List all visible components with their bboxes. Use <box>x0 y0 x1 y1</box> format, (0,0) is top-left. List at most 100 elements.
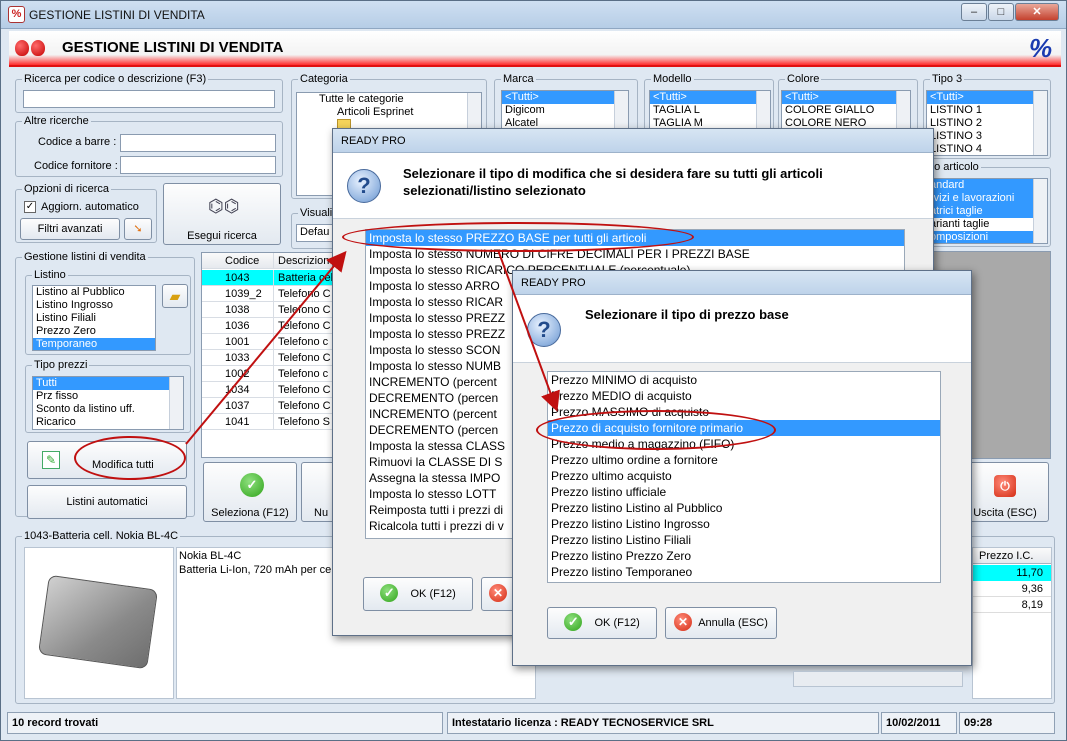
list-item[interactable]: Temporaneo <box>33 338 155 350</box>
barcode-input[interactable] <box>120 134 276 152</box>
supplier-code-input[interactable] <box>120 156 276 174</box>
type3-list[interactable]: <Tutti> LISTINO 1 LISTINO 2 LISTINO 3 LI… <box>926 90 1048 156</box>
list-item[interactable]: omposizioni <box>927 231 1047 243</box>
list-item[interactable]: LISTINO 1 <box>927 104 1047 117</box>
prices-table: Prezzo I.C. 11,70 9,36 8,19 <box>972 547 1052 699</box>
cancel-button[interactable]: ✕ <box>481 577 515 611</box>
list-item[interactable]: rvizi e lavorazioni <box>927 192 1047 205</box>
list-item[interactable]: Tutti <box>33 377 183 390</box>
table-row[interactable]: 1041 Telefono S <box>202 414 340 430</box>
auto-update-label: Aggiorn. automatico <box>41 201 139 213</box>
select-button[interactable]: ✓ Seleziona (F12) <box>203 462 297 522</box>
tree-item[interactable]: Articoli Esprinet <box>297 106 481 119</box>
list-item[interactable]: andard <box>927 179 1047 192</box>
cancel-button[interactable]: ✕ Annulla (ESC) <box>665 607 777 639</box>
table-row[interactable]: 1002 Telefono c <box>202 366 340 382</box>
auto-price-lists-button[interactable]: Listini automatici <box>27 485 187 519</box>
scrollbar[interactable] <box>169 377 183 429</box>
scrollbar[interactable] <box>896 91 910 129</box>
listino-list[interactable]: Listino al Pubblico Listino Ingrosso Lis… <box>32 285 156 351</box>
list-item[interactable]: Listino Ingrosso <box>33 299 155 312</box>
banner-title: GESTIONE LISTINI DI VENDITA <box>62 39 284 56</box>
list-item[interactable]: LISTINO 2 <box>927 117 1047 130</box>
list-item[interactable]: Prezzo listino ufficiale <box>548 484 940 500</box>
list-item[interactable]: Sconto da listino uff. <box>33 403 183 416</box>
product-image <box>24 547 174 699</box>
list-item[interactable]: Prezzo listino Listino Filiali <box>548 532 940 548</box>
price-type-list[interactable]: Tutti Prz fisso Sconto da listino uff. R… <box>32 376 184 430</box>
percent-icon: % <box>8 6 25 23</box>
percent-logo-icon: % <box>1029 33 1053 63</box>
list-item[interactable]: <Tutti> <box>650 91 770 104</box>
list-item[interactable]: Prz fisso <box>33 390 183 403</box>
filter-arrow-button[interactable]: ➘ <box>124 218 152 240</box>
horizontal-scrollbar[interactable] <box>793 671 963 687</box>
list-item[interactable]: Prezzo MINIMO di acquisto <box>548 372 940 388</box>
select-label: Seleziona (F12) <box>211 507 289 519</box>
list-item[interactable]: LISTINO 3 <box>927 130 1047 143</box>
scrollbar[interactable] <box>756 91 770 129</box>
price-type-group: Tipo prezzi Tutti Prz fisso Sconto da li… <box>25 359 191 433</box>
table-row[interactable]: 1043 Batteria cell <box>202 270 340 286</box>
list-item[interactable]: Prezzo listino Listino Ingrosso <box>548 516 940 532</box>
article-type-list[interactable]: andard rvizi e lavorazioni atrici taglie… <box>926 178 1048 244</box>
list-item[interactable]: Listino Filiali <box>33 312 155 325</box>
scrollbar[interactable] <box>1033 179 1047 243</box>
folder-icon[interactable]: ▰ <box>162 284 188 308</box>
auto-update-checkbox[interactable]: ✓ <box>24 201 36 213</box>
exit-button[interactable]: ⏻ Uscita (ESC) <box>961 462 1049 522</box>
list-item[interactable]: arianti taglie <box>927 218 1047 231</box>
maximize-button[interactable]: □ <box>988 3 1014 21</box>
list-item[interactable]: Prezzo ultimo ordine a fornitore <box>548 452 940 468</box>
close-button[interactable]: ✕ <box>1015 3 1059 21</box>
search-input[interactable] <box>23 90 275 108</box>
check-icon: ✓ <box>240 473 264 497</box>
list-item[interactable]: Prezzo listino Prezzo Zero <box>548 548 940 564</box>
list-item[interactable]: atrici taglie <box>927 205 1047 218</box>
minimize-button[interactable]: – <box>961 3 987 21</box>
list-item[interactable]: LISTINO 4 <box>927 143 1047 155</box>
list-item[interactable]: COLORE GIALLO <box>782 104 910 117</box>
base-price-type-dialog[interactable]: READY PRO ? Selezionare il tipo di prezz… <box>512 270 972 687</box>
brand-list[interactable]: <Tutti> Digicom Alcatel <box>501 90 629 130</box>
list-item[interactable]: <Tutti> <box>782 91 910 104</box>
list-item[interactable]: Prezzo listino Temporaneo <box>548 564 940 580</box>
dialog-title[interactable]: READY PRO <box>513 271 971 295</box>
table-row[interactable]: 1037 Telefono C <box>202 398 340 414</box>
ok-button[interactable]: ✓ OK (F12) <box>547 607 657 639</box>
list-item[interactable]: TAGLIA L <box>650 104 770 117</box>
list-item[interactable]: Prezzo ultimo acquisto <box>548 468 940 484</box>
execute-search-button[interactable]: ⌬⌬ Esegui ricerca <box>163 183 281 245</box>
table-row[interactable]: 1033 Telefono C <box>202 350 340 366</box>
check-icon: ✓ <box>380 584 399 602</box>
dialog-title[interactable]: READY PRO <box>333 129 933 153</box>
table-row[interactable]: 1034 Telefono C <box>202 382 340 398</box>
title-bar[interactable]: % GESTIONE LISTINI DI VENDITA – □ ✕ <box>1 1 1066 29</box>
table-row[interactable]: 1001 Telefono c <box>202 334 340 350</box>
list-item[interactable]: <Tutti> <box>927 91 1047 104</box>
list-item[interactable]: Ricarico <box>33 416 183 429</box>
base-price-type-list[interactable]: Prezzo MINIMO di acquisto Prezzo MEDIO di… <box>547 371 941 583</box>
price-cell: 9,36 <box>973 581 1051 597</box>
tree-item[interactable]: Tutte le categorie <box>297 93 481 106</box>
other-searches-label: Altre ricerche <box>22 115 91 127</box>
table-row[interactable]: 1038 Telefono C <box>202 302 340 318</box>
scrollbar[interactable] <box>1033 91 1047 155</box>
scrollbar[interactable] <box>614 91 628 129</box>
list-item[interactable]: Prezzo Zero <box>33 325 155 338</box>
table-row[interactable]: 1036 Telefono C <box>202 318 340 334</box>
new-button[interactable]: Nu <box>301 462 335 522</box>
color-list[interactable]: <Tutti> COLORE GIALLO COLORE NERO <box>781 90 911 130</box>
list-item[interactable]: <Tutti> <box>502 91 628 104</box>
list-item[interactable]: Prezzo listino Listino al Pubblico <box>548 500 940 516</box>
list-item[interactable]: Digicom <box>502 104 628 117</box>
articles-grid[interactable]: Codice Descrizione 1043 Batteria cell 103… <box>201 252 341 458</box>
list-item[interactable]: Prezzo MEDIO di acquisto <box>548 388 940 404</box>
ok-button[interactable]: ✓ OK (F12) <box>363 577 473 611</box>
list-item[interactable]: Listino al Pubblico <box>33 286 155 299</box>
model-list[interactable]: <Tutti> TAGLIA L TAGLIA M <box>649 90 771 130</box>
table-row[interactable]: 1039_2 Telefono C <box>202 286 340 302</box>
column-header[interactable]: Codice <box>222 253 274 269</box>
listino-label: Listino <box>32 269 68 281</box>
advanced-filters-button[interactable]: Filtri avanzati <box>20 218 120 240</box>
